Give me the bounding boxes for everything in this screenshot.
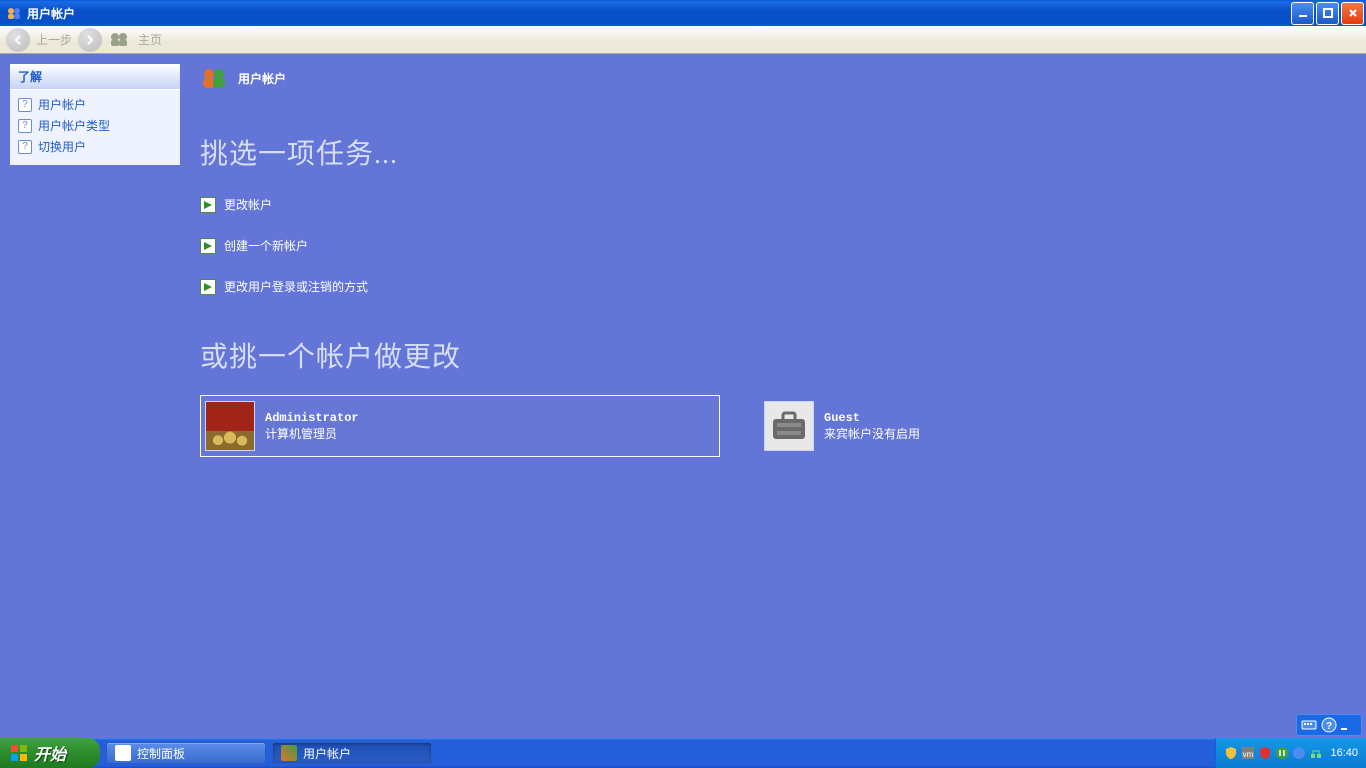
task-change-account[interactable]: 更改帐户	[200, 196, 1346, 213]
content-area: 了解 ? 用户帐户 ? 用户帐户类型 ? 切换用户 用户帐户 挑选一项任务... 更改…	[0, 54, 1366, 738]
sidebar-item-accounts[interactable]: ? 用户帐户	[10, 94, 180, 115]
min-icon[interactable]	[1341, 717, 1357, 733]
taskbar: 开始 控制面板 用户帐户 vm 16:40	[0, 738, 1366, 768]
account-guest[interactable]: Guest 来宾帐户没有启用	[760, 395, 1040, 457]
window-title: 用户帐户	[27, 5, 75, 22]
svg-text:vm: vm	[1243, 750, 1254, 759]
security-alert-icon[interactable]	[1258, 746, 1272, 760]
start-button[interactable]: 开始	[0, 738, 100, 768]
control-panel-icon	[115, 745, 131, 761]
task-change-logon[interactable]: 更改用户登录或注销的方式	[200, 278, 1346, 295]
help-icon: ?	[18, 98, 32, 112]
language-bar[interactable]: ?	[1296, 714, 1362, 736]
accounts-list: Administrator 计算机管理员 Guest 来宾帐户没有启用	[200, 395, 1346, 457]
account-picture	[205, 401, 255, 451]
taskbar-button-user-accounts[interactable]: 用户帐户	[272, 742, 432, 764]
maximize-button[interactable]	[1316, 2, 1339, 25]
network-icon[interactable]	[1309, 746, 1323, 760]
arrow-icon	[200, 279, 216, 295]
window-icon	[6, 5, 22, 21]
security-shield-icon[interactable]	[1224, 746, 1238, 760]
task-label: 更改用户登录或注销的方式	[224, 278, 368, 295]
main-panel: 用户帐户 挑选一项任务... 更改帐户 创建一个新帐户 更改用户登录或注销的方式…	[190, 54, 1366, 738]
navigation-toolbar: 上一步 主页	[0, 26, 1366, 54]
learn-panel-title: 了解	[10, 64, 180, 90]
tray-icon[interactable]	[1292, 746, 1306, 760]
taskbar-button-label: 用户帐户	[303, 745, 351, 762]
clock[interactable]: 16:40	[1330, 747, 1358, 759]
back-label: 上一步	[36, 31, 72, 48]
arrow-icon	[200, 197, 216, 213]
arrow-icon	[200, 238, 216, 254]
taskbar-button-control-panel[interactable]: 控制面板	[106, 742, 266, 764]
task-label: 创建一个新帐户	[224, 237, 308, 254]
close-button[interactable]	[1341, 2, 1364, 25]
account-name: Guest	[824, 411, 920, 425]
back-button[interactable]	[6, 28, 30, 52]
sidebar-item-label: 用户帐户	[38, 96, 86, 113]
home-icon[interactable]	[108, 31, 132, 49]
sidebar-item-label: 用户帐户类型	[38, 117, 110, 134]
main-header-label: 用户帐户	[238, 70, 286, 87]
pick-heading: 或挑一个帐户做更改	[200, 335, 1346, 375]
account-picture	[764, 401, 814, 451]
sidebar-item-account-types[interactable]: ? 用户帐户类型	[10, 115, 180, 136]
minimize-button[interactable]	[1291, 2, 1314, 25]
account-role: 计算机管理员	[265, 425, 359, 442]
taskbar-button-label: 控制面板	[137, 745, 185, 762]
system-tray: vm 16:40	[1215, 738, 1366, 768]
keyboard-icon[interactable]	[1301, 717, 1317, 733]
account-administrator[interactable]: Administrator 计算机管理员	[200, 395, 720, 457]
account-name: Administrator	[265, 411, 359, 425]
user-accounts-icon	[281, 745, 297, 761]
learn-panel: 了解 ? 用户帐户 ? 用户帐户类型 ? 切换用户	[10, 64, 180, 165]
users-icon	[200, 66, 228, 90]
svg-text:?: ?	[1326, 721, 1332, 732]
home-label[interactable]: 主页	[138, 31, 162, 48]
start-label: 开始	[34, 741, 66, 765]
window-titlebar: 用户帐户	[0, 0, 1366, 26]
main-header: 用户帐户	[200, 64, 1346, 92]
vm-icon[interactable]: vm	[1241, 746, 1255, 760]
account-role: 来宾帐户没有启用	[824, 425, 920, 442]
task-label: 更改帐户	[224, 196, 272, 213]
help-icon[interactable]: ?	[1321, 717, 1337, 733]
help-icon: ?	[18, 140, 32, 154]
task-create-account[interactable]: 创建一个新帐户	[200, 237, 1346, 254]
task-heading: 挑选一项任务...	[200, 132, 1346, 172]
forward-button[interactable]	[78, 28, 102, 52]
sidebar: 了解 ? 用户帐户 ? 用户帐户类型 ? 切换用户	[0, 54, 190, 738]
sidebar-item-label: 切换用户	[38, 138, 86, 155]
help-icon: ?	[18, 119, 32, 133]
tray-icon[interactable]	[1275, 746, 1289, 760]
sidebar-item-switch-user[interactable]: ? 切换用户	[10, 136, 180, 157]
windows-logo-icon	[10, 744, 28, 762]
